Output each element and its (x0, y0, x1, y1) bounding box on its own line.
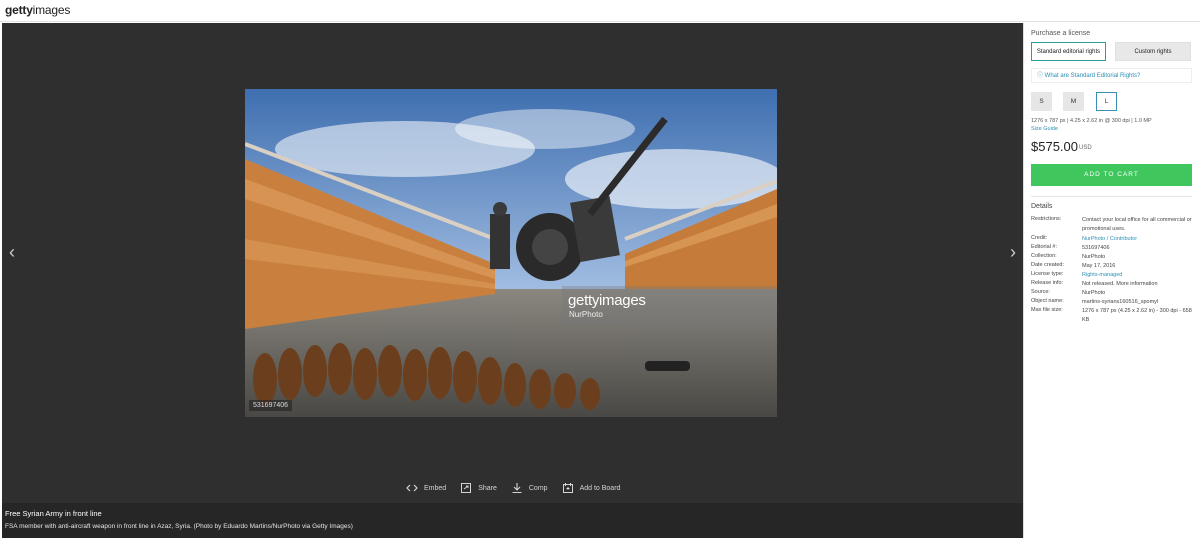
getty-watermark: gettyimages NurPhoto (562, 286, 777, 326)
getty-images-logo[interactable]: gettyimages (5, 3, 70, 17)
size-l-button[interactable]: L (1096, 92, 1117, 111)
image-description: FSA member with anti-aircraft weapon in … (5, 523, 353, 530)
size-m-button[interactable]: M (1063, 92, 1084, 111)
detail-label: Editorial #: (1031, 244, 1057, 250)
caption-bar: Free Syrian Army in front line FSA membe… (2, 503, 1023, 538)
license-type-link[interactable]: Rights-managed (1082, 271, 1194, 280)
board-icon (562, 483, 573, 493)
detail-label: Restrictions: (1031, 216, 1062, 222)
rights-info-link[interactable]: ⓘ What are Standard Editorial Rights? (1031, 68, 1192, 83)
divider (1031, 196, 1192, 197)
add-to-board-button[interactable]: Add to Board (562, 482, 621, 494)
chevron-left-icon[interactable]: ‹ (5, 243, 19, 261)
license-panel: Purchase a license Standard editorial ri… (1023, 23, 1200, 538)
size-info: 1276 x 787 px | 4.25 x 2.62 in @ 300 dpi… (1031, 118, 1152, 124)
detail-label: Max file size: (1031, 307, 1063, 313)
tab-standard-editorial-rights[interactable]: Standard editorial rights (1031, 42, 1106, 61)
detail-label: Release info: (1031, 280, 1064, 286)
add-to-cart-button[interactable]: ADD TO CART (1031, 164, 1192, 186)
comp-button[interactable]: Comp (511, 482, 548, 494)
share-button[interactable]: Share (460, 482, 497, 494)
watermark-brand: gettyimages (568, 292, 646, 309)
detail-label: Object name: (1031, 298, 1064, 304)
detail-value: Contact your local office for all commer… (1082, 217, 1192, 232)
detail-value: NurPhoto (1082, 290, 1106, 296)
detail-value: May 17, 2016 (1082, 263, 1116, 269)
share-label: Share (478, 484, 497, 492)
chevron-right-icon[interactable]: › (1006, 243, 1020, 261)
detail-label: Credit: (1031, 235, 1048, 241)
price: $575.00 (1031, 139, 1078, 154)
detail-value: Not released. More information (1082, 281, 1158, 287)
comp-label: Comp (528, 484, 548, 492)
detail-label: Source: (1031, 289, 1050, 295)
photo-illustration (245, 89, 777, 417)
detail-label: Date created: (1031, 262, 1065, 268)
detail-value: 531697406 (1082, 245, 1110, 251)
credit-link[interactable]: NurPhoto / Contributor (1082, 235, 1194, 244)
rights-info-label: What are Standard Editorial Rights? (1044, 73, 1141, 79)
tab-custom-rights[interactable]: Custom rights (1115, 42, 1191, 61)
size-s-button[interactable]: S (1031, 92, 1052, 111)
top-bar: gettyimages (0, 0, 1200, 22)
embed-label: Embed (424, 484, 447, 492)
download-icon (512, 483, 522, 494)
image-actions: Embed Share Comp Add to Board (406, 482, 620, 494)
detail-value: 1276 x 787 px (4.25 x 2.62 in) - 300 dpi… (1082, 308, 1192, 323)
detail-value: martins-syrians160516_spomyl (1082, 299, 1159, 305)
purchase-heading: Purchase a license (1031, 30, 1091, 37)
detail-label: License type: (1031, 271, 1064, 277)
detail-value: NurPhoto (1082, 254, 1106, 260)
currency: USD (1079, 145, 1092, 151)
embed-button[interactable]: Embed (406, 482, 446, 494)
add-to-board-label: Add to Board (579, 484, 621, 492)
image-viewer: ‹ › gettyimages NurPhoto 531697406 Embed… (2, 23, 1023, 538)
share-icon (461, 483, 472, 493)
size-guide-link[interactable]: Size Guide (1031, 126, 1058, 132)
info-icon: ⓘ (1037, 73, 1045, 79)
watermark-credit: NurPhoto (569, 310, 603, 319)
image-title: Free Syrian Army in front line (5, 509, 102, 518)
code-icon (406, 484, 418, 492)
editorial-photo[interactable]: gettyimages NurPhoto 531697406 (245, 89, 777, 417)
details-heading: Details (1031, 203, 1053, 210)
image-id-badge: 531697406 (249, 400, 293, 411)
detail-label: Collection: (1031, 253, 1057, 259)
